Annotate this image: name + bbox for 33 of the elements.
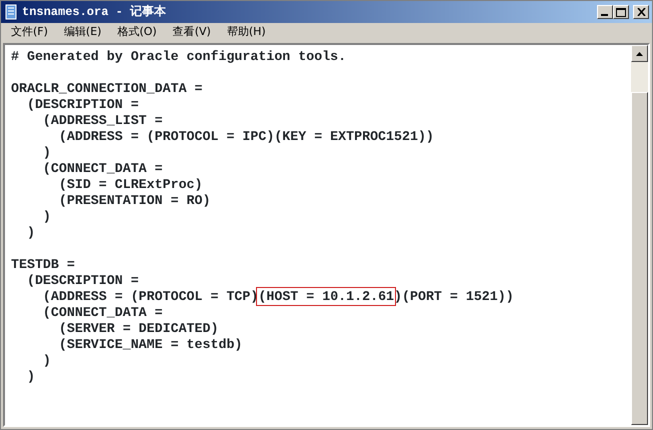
menu-item[interactable]: 文件(F) <box>3 24 56 40</box>
code-text: )(PORT = 1521)) <box>394 289 514 304</box>
code-line: (DESCRIPTION = <box>26 97 139 112</box>
code-line: (SID = CLRExtProc) <box>58 177 203 192</box>
code-line: ORACLR_CONNECTION_DATA = <box>11 81 203 96</box>
code-line: ) <box>26 225 35 240</box>
code-line: (ADDRESS = (PROTOCOL = IPC)(KEY = EXTPROC1521)) <box>58 129 434 144</box>
code-line: (CONNECT_DATA = <box>42 161 163 176</box>
close-button[interactable] <box>633 5 649 19</box>
menu-item[interactable]: 查看(V) <box>164 24 219 40</box>
code-line: TESTDB = <box>11 257 75 272</box>
code-line: ) <box>42 145 51 160</box>
code-line: ) <box>42 209 51 224</box>
code-text: (ADDRESS = (PROTOCOL = TCP) <box>42 289 258 304</box>
minimize-button[interactable] <box>597 5 613 19</box>
code-line: ) <box>42 353 51 368</box>
maximize-icon <box>616 8 626 16</box>
code-line: # Generated by Oracle configuration tools. <box>11 49 346 64</box>
code-line: (ADDRESS_LIST = <box>42 113 163 128</box>
code-line: (SERVICE_NAME = testdb) <box>58 337 242 352</box>
highlighted-code: (HOST = 10.1.2.61 <box>258 289 394 304</box>
menu-item[interactable]: 编辑(E) <box>56 24 110 40</box>
code-line: (PRESENTATION = RO) <box>58 193 210 208</box>
window-title: tnsnames.ora - 记事本 <box>22 4 166 21</box>
code-line: (DESCRIPTION = <box>26 273 139 288</box>
notepad-icon <box>4 4 18 20</box>
menu-item[interactable]: 格式(O) <box>109 24 165 40</box>
maximize-button[interactable] <box>613 5 629 19</box>
code-line: (CONNECT_DATA = <box>42 305 163 320</box>
code-line: ) <box>26 369 35 384</box>
code-line: (SERVER = DEDICATED) <box>58 321 218 336</box>
menu-item[interactable]: 帮助(H) <box>218 24 274 40</box>
close-icon <box>636 8 646 16</box>
